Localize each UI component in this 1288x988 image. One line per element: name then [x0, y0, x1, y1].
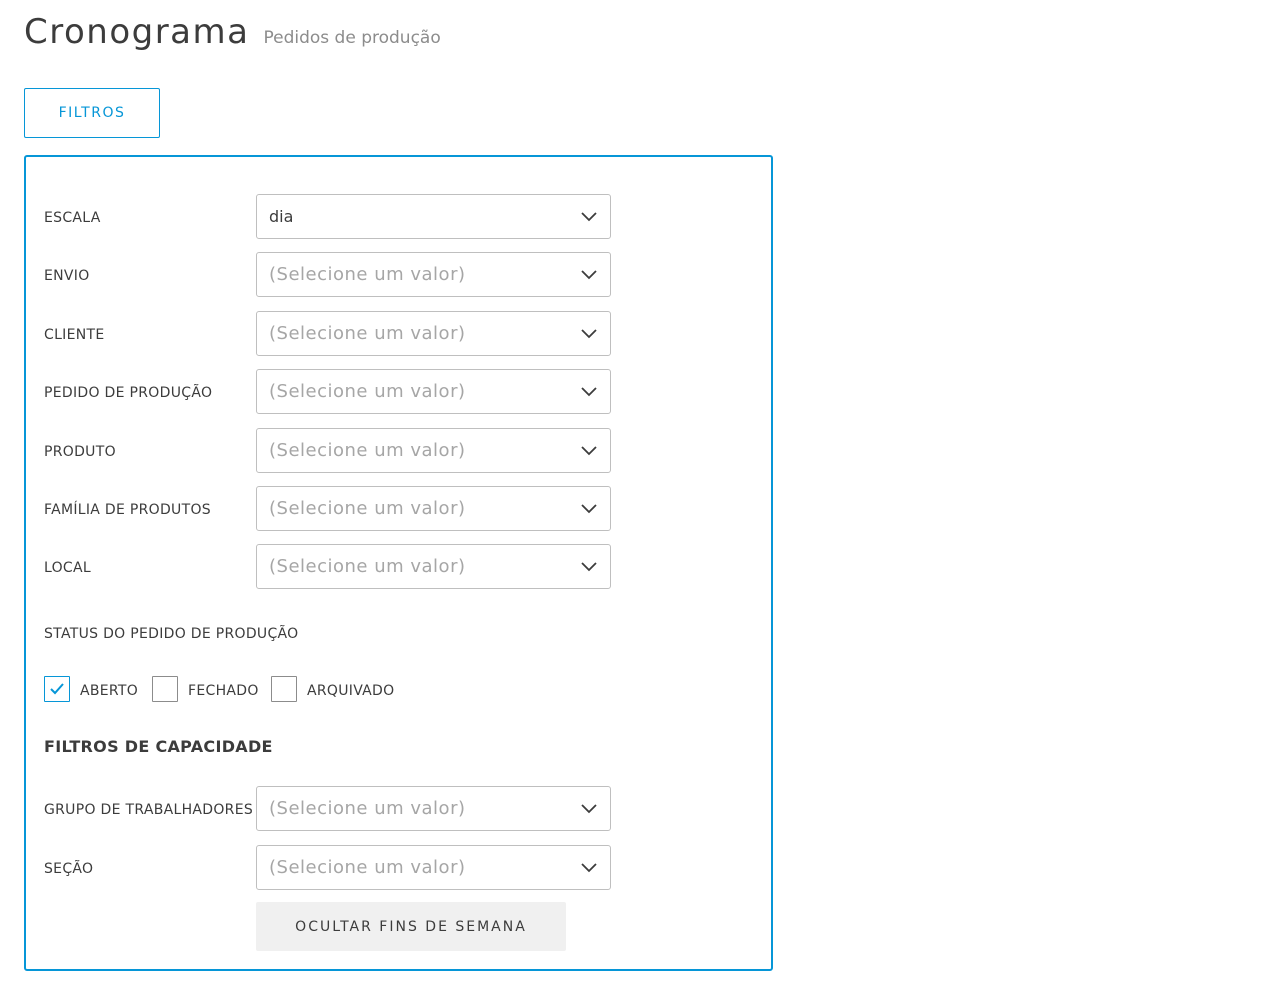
- escala-value: dia: [269, 207, 294, 226]
- checkbox-fechado-label: FECHADO: [188, 683, 259, 699]
- chevron-down-icon: [581, 446, 597, 456]
- capacity-heading: FILTROS DE CAPACIDADE: [44, 737, 273, 756]
- envio-placeholder: (Selecione um valor): [269, 264, 466, 285]
- filters-button[interactable]: FILTROS: [24, 88, 160, 138]
- local-select[interactable]: (Selecione um valor): [256, 544, 611, 589]
- secao-placeholder: (Selecione um valor): [269, 857, 466, 878]
- chevron-down-icon: [581, 562, 597, 572]
- checkbox-aberto[interactable]: [44, 676, 70, 702]
- produto-placeholder: (Selecione um valor): [269, 440, 466, 461]
- grupo-label: GRUPO DE TRABALHADORES: [44, 802, 254, 818]
- pedido-select[interactable]: (Selecione um valor): [256, 369, 611, 414]
- chevron-down-icon: [581, 863, 597, 873]
- cliente-placeholder: (Selecione um valor): [269, 323, 466, 344]
- pedido-placeholder: (Selecione um valor): [269, 381, 466, 402]
- envio-select[interactable]: (Selecione um valor): [256, 252, 611, 297]
- grupo-placeholder: (Selecione um valor): [269, 798, 466, 819]
- checkbox-aberto-label: ABERTO: [80, 683, 139, 699]
- cliente-select[interactable]: (Selecione um valor): [256, 311, 611, 356]
- status-label: STATUS DO PEDIDO DE PRODUÇÃO: [44, 626, 299, 642]
- familia-label: FAMÍLIA DE PRODUTOS: [44, 502, 211, 518]
- familia-placeholder: (Selecione um valor): [269, 498, 466, 519]
- produto-label: PRODUTO: [44, 444, 116, 460]
- pedido-label: PEDIDO DE PRODUÇÃO: [44, 385, 213, 401]
- filters-panel: ESCALA dia ENVIO (Selecione um valor) CL…: [24, 155, 773, 971]
- page-title: Cronograma: [24, 12, 250, 52]
- page-header: Cronograma Pedidos de produção: [24, 12, 441, 52]
- local-label: LOCAL: [44, 560, 91, 576]
- chevron-down-icon: [581, 270, 597, 280]
- checkmark-icon: [50, 683, 64, 695]
- local-placeholder: (Selecione um valor): [269, 556, 466, 577]
- escala-select[interactable]: dia: [256, 194, 611, 239]
- grupo-select[interactable]: (Selecione um valor): [256, 786, 611, 831]
- checkbox-arquivado[interactable]: [271, 676, 297, 702]
- secao-label: SEÇÃO: [44, 861, 94, 877]
- chevron-down-icon: [581, 504, 597, 514]
- chevron-down-icon: [581, 212, 597, 222]
- secao-select[interactable]: (Selecione um valor): [256, 845, 611, 890]
- produto-select[interactable]: (Selecione um valor): [256, 428, 611, 473]
- escala-label: ESCALA: [44, 210, 101, 226]
- checkbox-fechado[interactable]: [152, 676, 178, 702]
- cliente-label: CLIENTE: [44, 327, 105, 343]
- chevron-down-icon: [581, 804, 597, 814]
- envio-label: ENVIO: [44, 268, 90, 284]
- checkbox-arquivado-label: ARQUIVADO: [307, 683, 395, 699]
- hide-weekends-button[interactable]: OCULTAR FINS DE SEMANA: [256, 902, 566, 951]
- chevron-down-icon: [581, 329, 597, 339]
- familia-select[interactable]: (Selecione um valor): [256, 486, 611, 531]
- page-subtitle: Pedidos de produção: [263, 28, 441, 48]
- chevron-down-icon: [581, 387, 597, 397]
